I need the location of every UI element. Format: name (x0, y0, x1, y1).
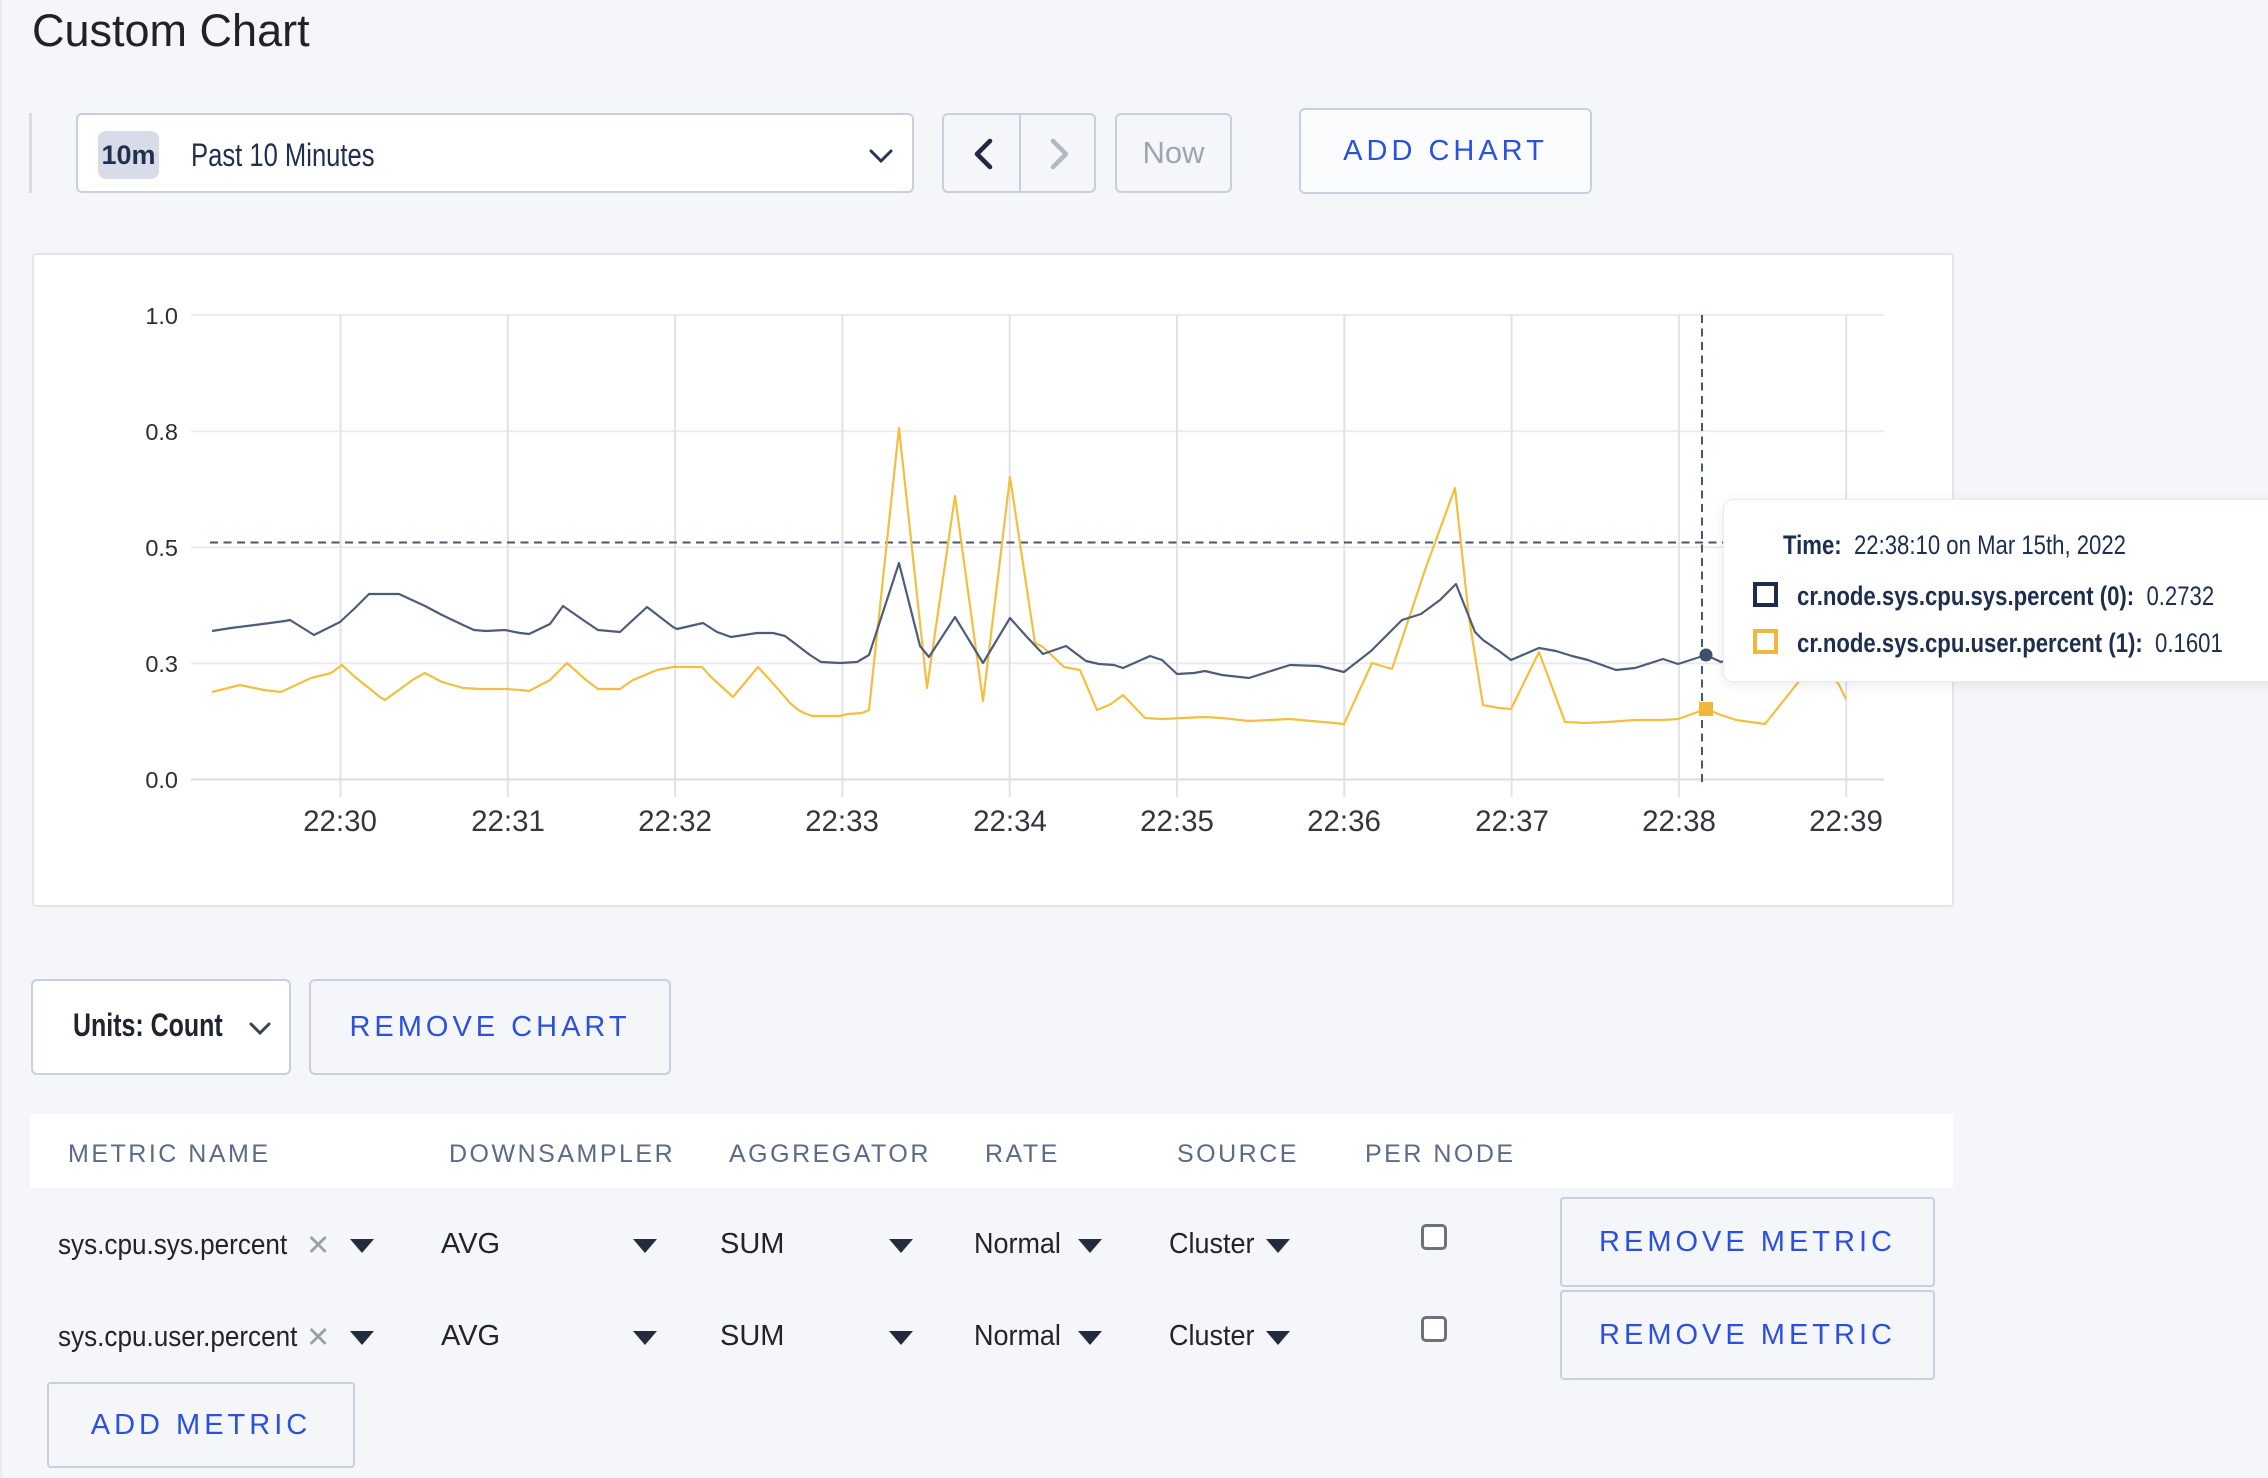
svg-text:22:36: 22:36 (1307, 805, 1381, 838)
svg-text:22:38: 22:38 (1642, 805, 1716, 838)
svg-text:0.3: 0.3 (145, 651, 178, 677)
svg-text:0.8: 0.8 (145, 419, 178, 445)
svg-text:22:30: 22:30 (303, 805, 377, 838)
svg-text:1.0: 1.0 (145, 303, 178, 329)
svg-text:22:37: 22:37 (1475, 805, 1549, 838)
svg-text:22:32: 22:32 (638, 805, 712, 838)
svg-text:22:31: 22:31 (471, 805, 545, 838)
svg-text:0.5: 0.5 (145, 535, 178, 561)
svg-text:22:35: 22:35 (1140, 805, 1214, 838)
svg-text:22:33: 22:33 (805, 805, 879, 838)
svg-text:22:39: 22:39 (1809, 805, 1883, 838)
svg-text:0.0: 0.0 (145, 767, 178, 793)
svg-text:22:34: 22:34 (973, 805, 1047, 838)
